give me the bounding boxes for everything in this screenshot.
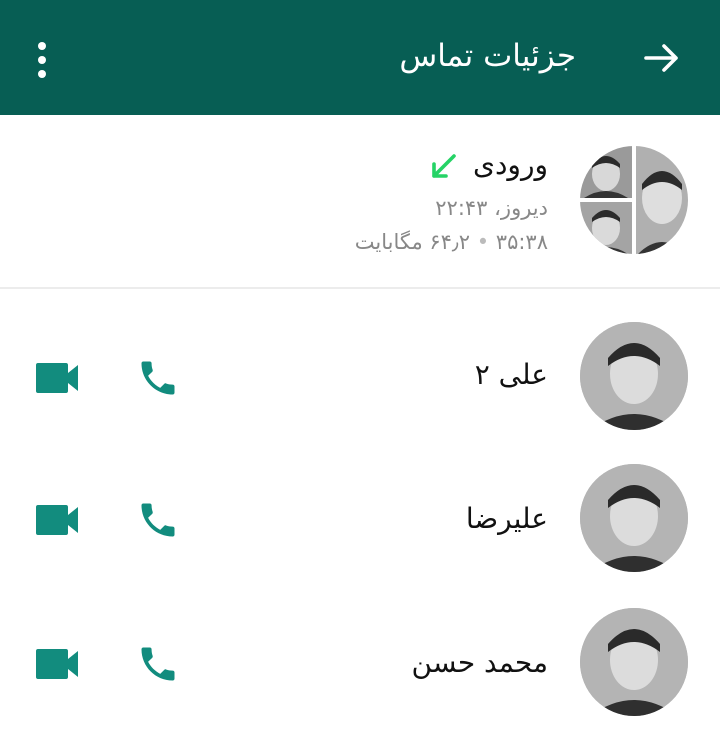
- phone-icon[interactable]: [136, 642, 180, 686]
- more-vert-icon[interactable]: [28, 40, 56, 80]
- participant-row[interactable]: محمد حسن: [0, 594, 720, 734]
- phone-icon[interactable]: [136, 356, 180, 400]
- incoming-call-arrow-icon: [432, 154, 456, 178]
- group-avatar: [580, 146, 688, 254]
- participant-row[interactable]: علیرضا: [0, 450, 720, 590]
- divider: [0, 287, 720, 289]
- call-type-label: ورودی: [473, 148, 548, 181]
- call-time: دیروز، ۲۲:۴۳: [435, 196, 548, 220]
- participant-name: علیرضا: [465, 502, 548, 535]
- phone-icon[interactable]: [136, 498, 180, 542]
- avatar[interactable]: [580, 608, 688, 716]
- avatar[interactable]: [580, 322, 688, 430]
- videocam-icon[interactable]: [34, 644, 82, 684]
- call-meta: ۳۵:۳۸ • ۶۴٫۲ مگابایت: [355, 230, 548, 254]
- app-bar: جزئیات تماس: [0, 0, 720, 115]
- call-data-size: ۶۴٫۲ مگابایت: [354, 230, 471, 254]
- participant-name: محمد حسن: [411, 646, 548, 679]
- arrow-right-icon[interactable]: [640, 36, 684, 80]
- avatar[interactable]: [580, 464, 688, 572]
- call-duration: ۳۵:۳۸: [495, 230, 548, 254]
- videocam-icon[interactable]: [34, 500, 82, 540]
- videocam-icon[interactable]: [34, 358, 82, 398]
- page-title: جزئیات تماس: [399, 38, 576, 74]
- participant-row[interactable]: علی ۲: [0, 306, 720, 446]
- participant-name: علی ۲: [474, 358, 548, 391]
- meta-separator: •: [470, 230, 490, 254]
